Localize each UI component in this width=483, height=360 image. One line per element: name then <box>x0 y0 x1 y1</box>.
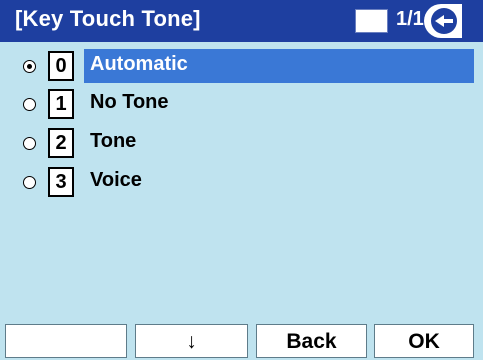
ok-button[interactable]: OK <box>374 324 474 358</box>
radio-button[interactable] <box>23 98 36 111</box>
radio-button[interactable] <box>23 176 36 189</box>
option-row-no-tone[interactable]: 1 No Tone <box>0 87 483 123</box>
key-number: 0 <box>48 51 74 81</box>
option-label: No Tone <box>90 91 169 113</box>
down-arrow-button[interactable]: ↓ <box>135 324 248 358</box>
softkey-1[interactable] <box>5 324 127 358</box>
header-bar: [Key Touch Tone] 1/1 <box>0 0 483 42</box>
key-number: 3 <box>48 167 74 197</box>
option-label: Voice <box>90 169 142 191</box>
radio-button[interactable] <box>23 137 36 150</box>
back-button[interactable]: Back <box>256 324 367 358</box>
screen-title: [Key Touch Tone] <box>15 6 201 31</box>
softkey-bar: ↓ Back OK <box>0 324 483 360</box>
page-indicator-box <box>355 9 388 33</box>
option-label: Tone <box>90 130 137 152</box>
option-row-automatic[interactable]: 0 Automatic <box>0 49 483 85</box>
page-number: 1/1 <box>396 8 424 30</box>
back-tab[interactable] <box>424 4 462 38</box>
radio-button-selected[interactable] <box>23 60 36 73</box>
option-row-voice[interactable]: 3 Voice <box>0 165 483 201</box>
option-label: Automatic <box>90 53 188 75</box>
key-number: 1 <box>48 89 74 119</box>
option-row-tone[interactable]: 2 Tone <box>0 126 483 162</box>
back-arrow-icon[interactable] <box>431 8 457 34</box>
key-number: 2 <box>48 128 74 158</box>
